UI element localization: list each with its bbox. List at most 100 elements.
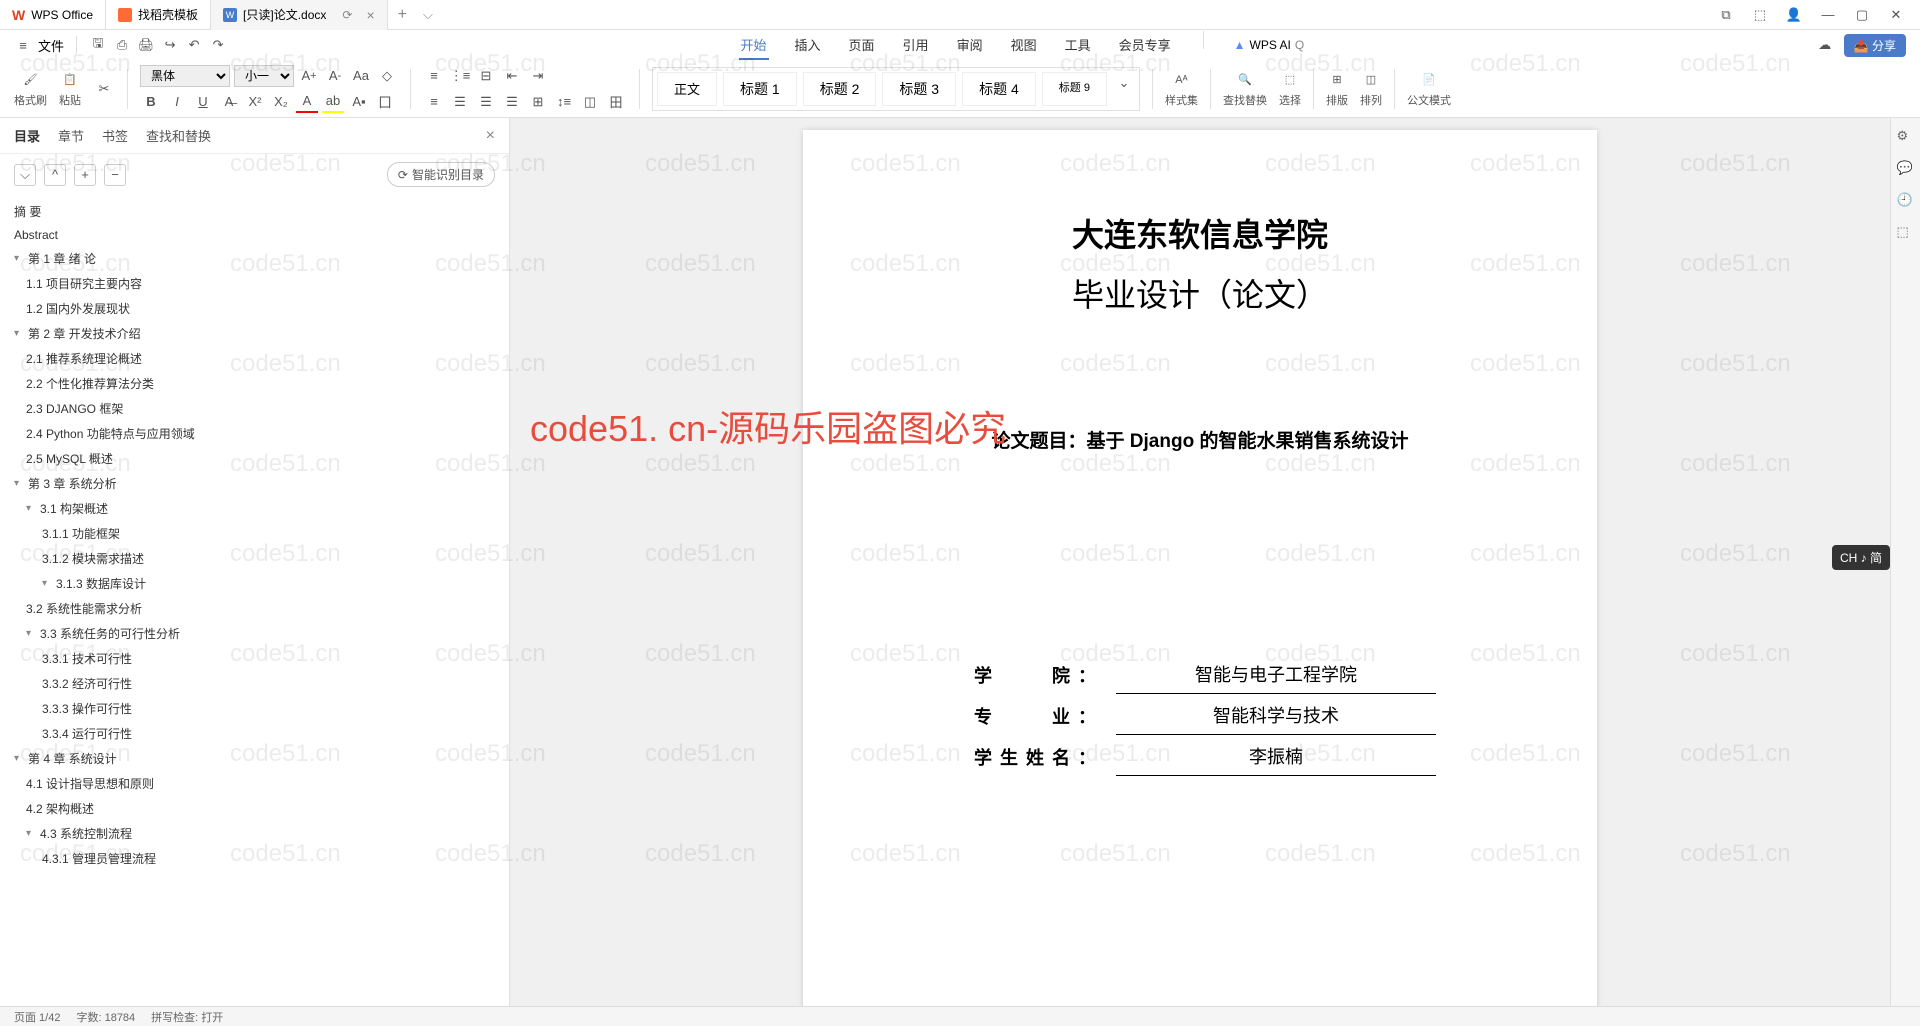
font-color-icon[interactable]: A [296,91,318,113]
style-more-icon[interactable]: ⌄ [1113,72,1135,94]
style-set-button[interactable]: Aᴬ样式集 [1165,70,1198,108]
style-h9[interactable]: 标题 9 [1042,72,1107,106]
toc-collapse-icon[interactable]: ⌵ [14,164,36,186]
window-cube-icon[interactable]: ⬚ [1750,5,1770,25]
ribbon-member[interactable]: 会员专享 [1117,31,1173,60]
align-left-icon[interactable]: ≡ [423,91,445,113]
arrange-button[interactable]: ◫排列 [1360,70,1382,108]
bold-icon[interactable]: B [140,91,162,113]
toc-item[interactable]: ▾第 4 章 系统设计 [0,746,509,771]
toc-item[interactable]: 1.2 国内外发展现状 [0,296,509,321]
ribbon-page[interactable]: 页面 [847,31,877,60]
document-area[interactable]: 大连东软信息学院 毕业设计（论文） 论文题目：基于 Django 的智能水果销售… [510,118,1890,1006]
toc-remove-icon[interactable]: − [104,164,126,186]
rail-select-icon[interactable]: ⬚ [1897,224,1915,242]
print-preview-icon[interactable]: ⎙ [113,36,131,54]
font-name-select[interactable]: 黑体 [140,65,230,87]
toc-item[interactable]: 3.3.3 操作可行性 [0,696,509,721]
style-h1[interactable]: 标题 1 [723,72,797,106]
style-h3[interactable]: 标题 3 [882,72,956,106]
distribute-icon[interactable]: ⊞ [527,91,549,113]
window-minimize-icon[interactable]: — [1818,5,1838,25]
format-painter-button[interactable]: 🖌格式刷 [14,70,47,108]
toc-item[interactable]: 3.3.2 经济可行性 [0,671,509,696]
toc-item[interactable]: 3.2 系统性能需求分析 [0,596,509,621]
toc-item[interactable]: ▾3.1 构架概述 [0,496,509,521]
save-icon[interactable]: 🖫 [89,36,107,54]
style-h2[interactable]: 标题 2 [803,72,877,106]
toc-item[interactable]: 2.3 DJANGO 框架 [0,396,509,421]
tab-menu-dropdown[interactable]: ⌵ [417,7,439,23]
toc-item[interactable]: ▾3.3 系统任务的可行性分析 [0,621,509,646]
find-replace-button[interactable]: 🔍查找替换 [1223,70,1267,108]
sidebar-tab-find[interactable]: 查找和替换 [146,126,211,145]
sidebar-tab-toc[interactable]: 目录 [14,126,40,145]
smart-toc-button[interactable]: ⟳ 智能识别目录 [387,162,495,187]
toc-item[interactable]: 2.4 Python 功能特点与应用领域 [0,421,509,446]
char-border-icon[interactable]: 囗 [374,91,396,113]
paste-button[interactable]: 📋粘贴 [59,70,81,108]
status-page[interactable]: 页面 1/42 [14,1009,60,1025]
toc-item[interactable]: 2.1 推荐系统理论概述 [0,346,509,371]
style-body[interactable]: 正文 [657,72,717,106]
ribbon-view[interactable]: 视图 [1009,31,1039,60]
tab-document[interactable]: W [只读]论文.docx ⟳ × [211,0,388,30]
tab-wps[interactable]: W WPS Office [0,0,106,30]
rail-history-icon[interactable]: 🕘 [1897,192,1915,210]
align-right-icon[interactable]: ☰ [475,91,497,113]
toc-expand-icon[interactable]: ^ [44,164,66,186]
toc-item[interactable]: Abstract [0,224,509,246]
ribbon-tools[interactable]: 工具 [1063,31,1093,60]
font-size-select[interactable]: 小一 [234,65,294,87]
toc-item[interactable]: 摘 要 [0,199,509,224]
toc-item[interactable]: 3.1.2 模块需求描述 [0,546,509,571]
doc-mode-button[interactable]: 📄公文模式 [1407,70,1451,108]
toc-item[interactable]: ▾3.1.3 数据库设计 [0,571,509,596]
redo-icon[interactable]: ↷ [209,36,227,54]
ribbon-review[interactable]: 审阅 [955,31,985,60]
toc-item[interactable]: 3.3.1 技术可行性 [0,646,509,671]
toc-item[interactable]: 2.2 个性化推荐算法分类 [0,371,509,396]
decrease-font-icon[interactable]: A- [324,65,346,87]
style-h4[interactable]: 标题 4 [962,72,1036,106]
align-center-icon[interactable]: ☰ [449,91,471,113]
tab-close-icon[interactable]: × [366,7,374,23]
toc-item[interactable]: 1.1 项目研究主要内容 [0,271,509,296]
toc-item[interactable]: ▾第 2 章 开发技术介绍 [0,321,509,346]
ribbon-start[interactable]: 开始 [739,31,769,60]
status-words[interactable]: 字数: 18784 [76,1009,135,1025]
hamburger-icon[interactable]: ≡ [14,36,32,54]
cut-icon[interactable]: ✂ [93,78,115,100]
toc-item[interactable]: ▾4.3 系统控制流程 [0,821,509,846]
align-justify-icon[interactable]: ☰ [501,91,523,113]
ribbon-insert[interactable]: 插入 [793,31,823,60]
toc-add-icon[interactable]: + [74,164,96,186]
window-copy-icon[interactable]: ⧉ [1716,5,1736,25]
rail-settings-icon[interactable]: ⚙ [1897,128,1915,146]
tab-refresh-icon[interactable]: ⟳ [342,8,352,22]
toc-item[interactable]: 3.1.1 功能框架 [0,521,509,546]
toc-item[interactable]: 4.1 设计指导思想和原则 [0,771,509,796]
tab-template[interactable]: 找稻壳模板 [106,0,211,30]
layout-button[interactable]: ⊞排版 [1326,70,1348,108]
share-button[interactable]: 📤 分享 [1844,34,1906,57]
decrease-indent-icon[interactable]: ⇤ [501,65,523,87]
ime-badge[interactable]: CH ♪ 简 [1832,545,1890,570]
wps-ai-button[interactable]: ▲WPS AIQ [1234,31,1305,60]
toc-item[interactable]: 2.5 MySQL 概述 [0,446,509,471]
sidebar-tab-chapter[interactable]: 章节 [58,126,84,145]
subscript-icon[interactable]: X₂ [270,91,292,113]
file-menu[interactable]: 文件 [38,36,64,55]
number-list-icon[interactable]: ⋮≡ [449,65,471,87]
increase-indent-icon[interactable]: ⇥ [527,65,549,87]
toc-item[interactable]: 4.3.1 管理员管理流程 [0,846,509,871]
print-icon[interactable]: 🖨 [137,36,155,54]
multilevel-list-icon[interactable]: ⊟ [475,65,497,87]
underline-icon[interactable]: U [192,91,214,113]
export-icon[interactable]: ↪ [161,36,179,54]
increase-font-icon[interactable]: A+ [298,65,320,87]
status-spell[interactable]: 拼写检查: 打开 [151,1009,223,1025]
shading-icon[interactable]: ◫ [579,91,601,113]
toc-item[interactable]: ▾第 3 章 系统分析 [0,471,509,496]
clear-format-icon[interactable]: ◇ [376,65,398,87]
